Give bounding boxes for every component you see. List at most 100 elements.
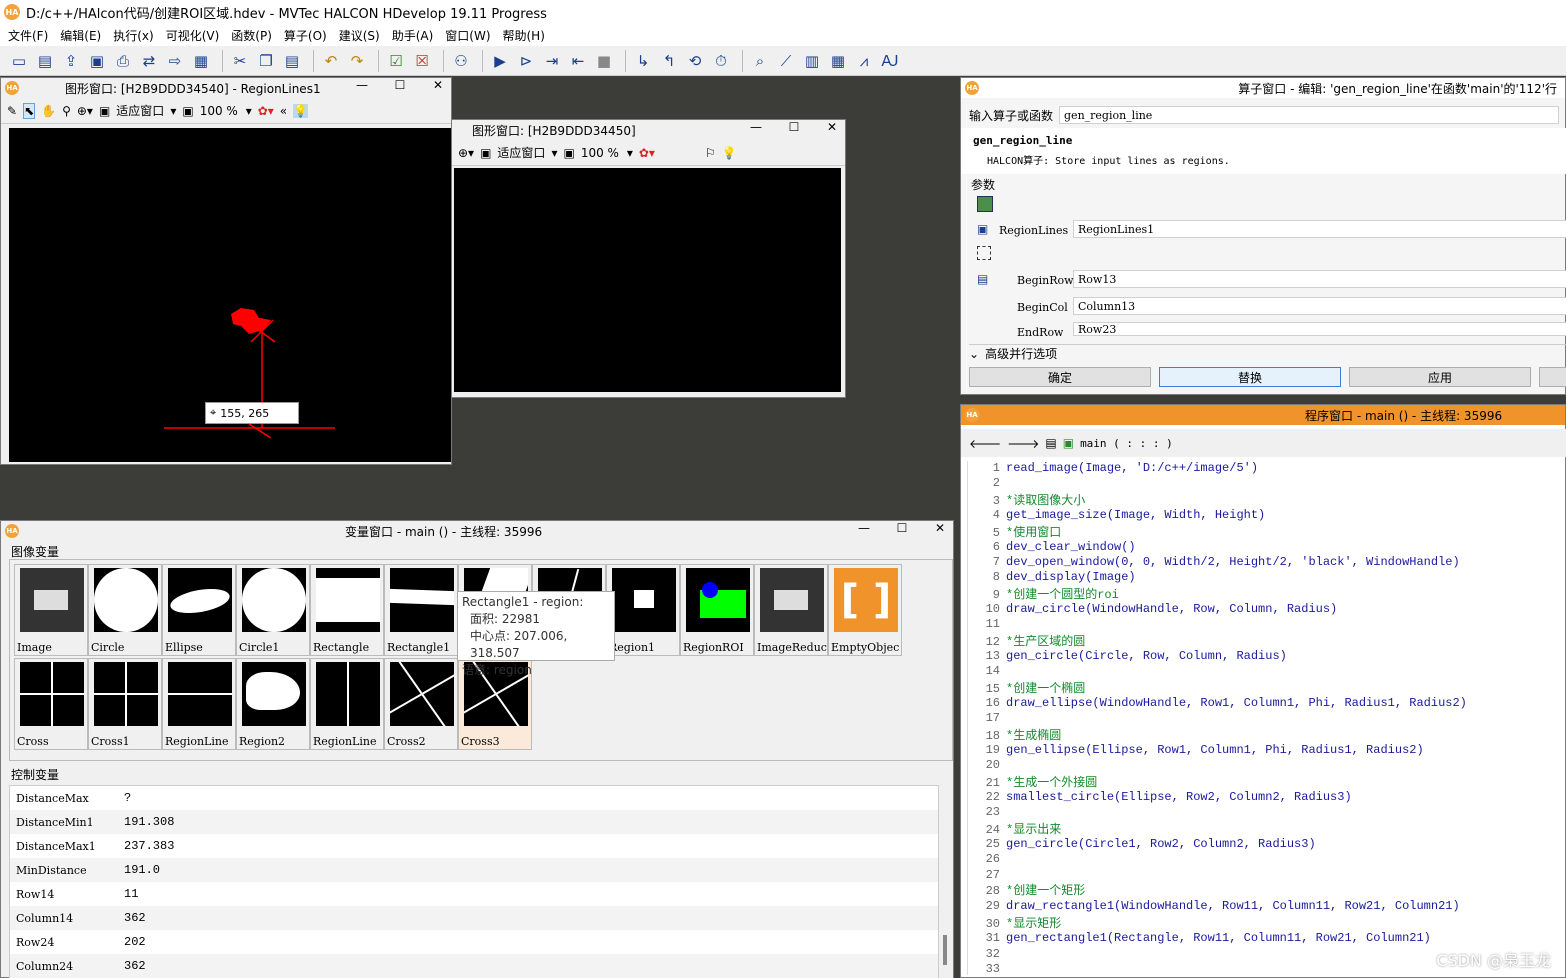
param-value[interactable]: Row13 <box>1073 270 1566 288</box>
line-profile-icon[interactable]: ⟋ <box>775 50 797 72</box>
copy-icon[interactable]: ❐ <box>255 50 277 72</box>
code-line[interactable]: 31 gen_rectangle1(Rectangle, Row11, Colum… <box>968 931 1431 947</box>
variable-thumbnail[interactable]: Cross <box>14 658 88 750</box>
chevron-down-icon[interactable]: ▾ <box>551 146 557 160</box>
variable-thumbnail[interactable]: Region2 <box>236 658 310 750</box>
ocr-icon[interactable]: Ꜷ <box>879 50 901 72</box>
code-line[interactable]: 28 *创建一个矩形 <box>968 881 1086 898</box>
code-line[interactable]: 14 <box>968 664 1006 680</box>
pan-icon[interactable]: ✋ <box>41 104 56 118</box>
run-to-icon[interactable]: ⇥ <box>541 50 563 72</box>
code-line[interactable]: 13 gen_circle(Circle, Row, Column, Radius… <box>968 649 1287 665</box>
step-out-icon[interactable]: ↰ <box>658 50 680 72</box>
menu-item[interactable]: 建议(S) <box>339 27 380 44</box>
code-line[interactable]: 33 <box>968 962 1006 978</box>
variable-thumbnail[interactable]: RegionROI <box>680 564 754 656</box>
close-icon[interactable]: ✕ <box>931 521 949 535</box>
compare-icon[interactable]: ⇄ <box>138 50 160 72</box>
maximize-icon[interactable]: ☐ <box>893 521 911 535</box>
stop-icon[interactable]: ■ <box>593 50 615 72</box>
menu-item[interactable]: 文件(F) <box>8 27 48 44</box>
maximize-icon[interactable]: ☐ <box>785 120 803 134</box>
print-icon[interactable]: ⎙ <box>112 50 134 72</box>
histogram-icon[interactable]: ▥ <box>801 50 823 72</box>
procedure-icon[interactable]: ▤ <box>1045 436 1056 450</box>
graphics-canvas-1[interactable]: ⌖ 155, 265 <box>9 128 451 462</box>
minimize-icon[interactable]: — <box>855 521 873 535</box>
control-var-row[interactable]: Row14 11 <box>10 882 938 906</box>
image-save-icon[interactable]: ▦ <box>190 50 212 72</box>
export-lib-icon[interactable]: ⇨ <box>164 50 186 72</box>
export-icon[interactable]: ⇪ <box>60 50 82 72</box>
menu-item[interactable]: 算子(O) <box>284 27 327 44</box>
variable-thumbnail[interactable]: Ellipse <box>162 564 236 656</box>
step-into-icon[interactable]: ↳ <box>632 50 654 72</box>
reset-icon[interactable]: ⟲ <box>684 50 706 72</box>
control-var-row[interactable]: DistanceMin1 191.308 <box>10 810 938 834</box>
control-var-row[interactable]: Column24 362 <box>10 954 938 978</box>
chevron-down-icon[interactable]: ▾ <box>170 104 176 118</box>
code-line[interactable]: 10 draw_circle(WindowHandle, Row, Column,… <box>968 602 1338 618</box>
zoom-value[interactable]: 100 % <box>200 104 240 118</box>
chevron-down-icon[interactable]: ▾ <box>627 146 633 160</box>
code-line[interactable]: 17 <box>968 711 1006 727</box>
feature-inspect-icon[interactable]: ▦ <box>827 50 849 72</box>
control-var-row[interactable]: DistanceMax? <box>10 786 938 810</box>
deactivate-icon[interactable]: ☒ <box>411 50 433 72</box>
code-line[interactable]: 25 gen_circle(Circle1, Row2, Column2, Rad… <box>968 837 1316 853</box>
variable-thumbnail[interactable]: Image <box>14 564 88 656</box>
variable-thumbnail[interactable]: RegionLine <box>162 658 236 750</box>
undo-icon[interactable]: ↶ <box>320 50 342 72</box>
variable-thumbnail[interactable]: ImageReduc <box>754 564 828 656</box>
minimize-icon[interactable]: — <box>353 78 371 92</box>
code-line[interactable]: 26 <box>968 852 1006 868</box>
more-button[interactable] <box>1539 367 1566 387</box>
variable-thumbnail[interactable]: [ ] EmptyObjec <box>828 564 902 656</box>
gray-profile-icon[interactable]: ⩘ <box>853 50 875 72</box>
pin-icon[interactable]: ⚐ <box>705 146 716 160</box>
code-line[interactable]: 29 draw_rectangle1(WindowHandle, Row11, C… <box>968 899 1460 915</box>
code-line[interactable]: 7 dev_open_window(0, 0, Width/2, Height/2… <box>968 555 1460 571</box>
scrollbar-thumb[interactable] <box>943 935 947 965</box>
replace-button[interactable]: 替换 <box>1159 367 1341 387</box>
code-line[interactable]: 8 dev_display(Image) <box>968 570 1136 586</box>
zoom-dropdown-icon[interactable]: ⊕▾ <box>458 146 474 160</box>
zoom-percent-icon[interactable]: ▣ <box>182 104 193 118</box>
timer-icon[interactable]: ⏱ <box>710 50 732 72</box>
step-back-icon[interactable]: ⇤ <box>567 50 589 72</box>
new-icon[interactable]: ▭ <box>8 50 30 72</box>
open-icon[interactable]: ▤ <box>34 50 56 72</box>
zoom-image-icon[interactable]: ⌕ <box>749 50 771 72</box>
control-var-row[interactable]: MinDistance 191.0 <box>10 858 938 882</box>
variable-thumbnail[interactable]: Rectangle1 <box>384 564 458 656</box>
menu-item[interactable]: 执行(x) <box>113 27 153 44</box>
variable-thumbnail[interactable]: Circle1 <box>236 564 310 656</box>
pointer-icon[interactable]: ⬉ <box>23 102 36 119</box>
param-value[interactable]: Column13 <box>1073 297 1566 315</box>
code-line[interactable]: 9 *创建一个圆型的roi <box>968 585 1119 602</box>
code-line[interactable]: 21 *生成一个外接圆 <box>968 773 1098 790</box>
code-line[interactable]: 11 <box>968 617 1006 633</box>
proc-edit-icon[interactable]: ▣ <box>1063 436 1074 450</box>
code-line[interactable]: 6 dev_clear_window() <box>968 540 1136 556</box>
fit-window-icon[interactable]: ▣ <box>480 146 491 160</box>
variable-thumbnail[interactable]: Cross1 <box>88 658 162 750</box>
menu-item[interactable]: 编辑(E) <box>60 27 101 44</box>
close-icon[interactable]: ✕ <box>429 78 447 92</box>
forward-icon[interactable]: 🡒 <box>1007 436 1039 451</box>
control-var-row[interactable]: Row24 202 <box>10 930 938 954</box>
code-line[interactable]: 22 smallest_circle(Ellipse, Row2, Column2… <box>968 790 1352 806</box>
code-line[interactable]: 1 read_image(Image, 'D:/c++/image/5') <box>968 461 1258 477</box>
control-var-row[interactable]: DistanceMax1 237.383 <box>10 834 938 858</box>
code-line[interactable]: 15 *创建一个椭圆 <box>968 679 1086 696</box>
graphics-canvas-2[interactable] <box>454 168 841 392</box>
find-icon[interactable]: ⚇ <box>450 50 472 72</box>
zoom-value[interactable]: 100 % <box>581 146 621 160</box>
code-editor[interactable]: 1 read_image(Image, 'D:/c++/image/5') 2 3 *读… <box>967 461 1566 978</box>
code-line[interactable]: 18 *生成椭圆 <box>968 726 1062 743</box>
variable-thumbnail[interactable]: Region1 <box>606 564 680 656</box>
procedure-signature[interactable]: main ( : : : ) <box>1080 437 1173 450</box>
menu-item[interactable]: 可视化(V) <box>166 27 220 44</box>
code-line[interactable]: 16 draw_ellipse(WindowHandle, Row1, Colum… <box>968 696 1467 712</box>
param-value[interactable]: Row23 <box>1073 322 1566 336</box>
